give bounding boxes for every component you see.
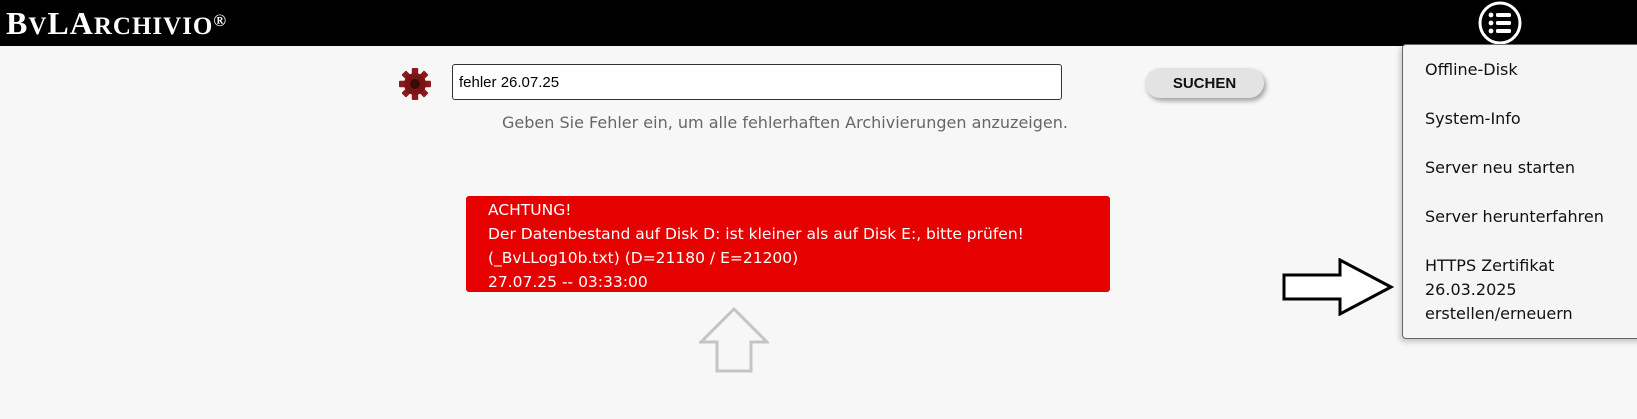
search-hint: Geben Sie Fehler ein, um alle fehlerhaft…	[502, 113, 1068, 132]
arrow-up-icon	[697, 306, 771, 373]
menu-dropdown: Offline-Disk System-Info Server neu star…	[1402, 44, 1637, 339]
menu-item-https-certificate[interactable]: HTTPS Zertifikat 26.03.2025 erstellen/er…	[1425, 254, 1573, 326]
logo-letters-la: LA	[47, 5, 94, 41]
https-certificate-action: erstellen/erneuern	[1425, 304, 1573, 323]
search-input[interactable]	[452, 64, 1062, 100]
menu-list-icon[interactable]	[1477, 0, 1523, 46]
logo-letter-b: B	[6, 5, 29, 41]
search-button[interactable]: SUCHEN	[1145, 68, 1264, 98]
gear-icon[interactable]	[398, 67, 432, 101]
alert-message: Der Datenbestand auf Disk D: ist kleiner…	[488, 225, 1024, 243]
logo-registered: ®	[213, 11, 228, 30]
alert-box: ACHTUNG! Der Datenbestand auf Disk D: is…	[466, 196, 1110, 292]
menu-item-server-shutdown[interactable]: Server herunterfahren	[1425, 205, 1604, 229]
alert-detail: (_BvLLog10b.txt) (D=21180 / E=21200)	[488, 249, 799, 267]
menu-item-system-info[interactable]: System-Info	[1425, 107, 1521, 131]
menu-item-offline-disk[interactable]: Offline-Disk	[1425, 58, 1518, 82]
logo-letter-v: V	[28, 13, 48, 40]
https-certificate-date: 26.03.2025	[1425, 280, 1517, 299]
https-certificate-title: HTTPS Zertifikat	[1425, 256, 1555, 275]
top-bar: BVLARCHIVIO®	[0, 0, 1637, 46]
logo-letters-rchivio: RCHIVIO	[93, 13, 214, 40]
arrow-right-icon	[1282, 257, 1395, 317]
alert-timestamp: 27.07.25 -- 03:33:00	[488, 273, 648, 291]
app-logo[interactable]: BVLARCHIVIO®	[6, 4, 227, 46]
menu-item-server-restart[interactable]: Server neu starten	[1425, 156, 1575, 180]
alert-title: ACHTUNG!	[488, 201, 572, 219]
